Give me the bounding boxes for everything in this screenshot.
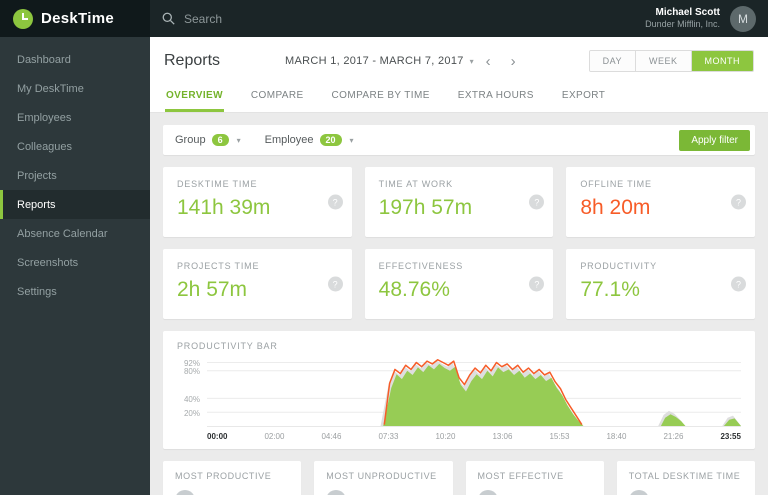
- card-total-desktime-time: TOTAL DESKTIME TIME M Meredith Palmer: [617, 461, 755, 495]
- user-menu[interactable]: Michael Scott Dunder Mifflin, Inc. M: [645, 6, 756, 32]
- period-day-button[interactable]: DAY: [590, 51, 636, 71]
- chevron-down-icon[interactable]: ▾: [470, 57, 474, 66]
- stat-value: 48.76%: [379, 278, 540, 301]
- app-window: DeskTime Dashboard My DeskTime Employees…: [0, 0, 768, 495]
- help-icon[interactable]: ?: [328, 277, 343, 292]
- date-navigation: MARCH 1, 2017 - MARCH 7, 2017 ▾ ‹ ›: [220, 54, 589, 69]
- next-period-button[interactable]: ›: [503, 54, 524, 69]
- stat-card-time-at-work: TIME AT WORK 197h 57m ?: [365, 167, 554, 237]
- tab-extra-hours[interactable]: EXTRA HOURS: [457, 79, 535, 112]
- search-icon: [162, 12, 175, 25]
- sidebar-item-settings[interactable]: Settings: [0, 277, 150, 306]
- sidebar-item-employees[interactable]: Employees: [0, 103, 150, 132]
- search-box: [162, 12, 344, 26]
- sidebar-item-colleagues[interactable]: Colleagues: [0, 132, 150, 161]
- period-month-button[interactable]: MONTH: [692, 51, 754, 71]
- chart-y-axis: 92% 80% 40% 20%: [177, 357, 207, 427]
- filter-bar: Group 6 ▾ Employee 20 ▾ Apply filter: [163, 125, 755, 155]
- card-most-effective: MOST EFFECTIVE D Darryl Philbin: [466, 461, 604, 495]
- stat-value: 8h 20m: [580, 196, 741, 219]
- help-icon[interactable]: ?: [731, 195, 746, 210]
- header-row: Reports MARCH 1, 2017 - MARCH 7, 2017 ▾ …: [150, 37, 768, 79]
- chart-plot: [207, 357, 741, 427]
- tab-compare-by-time[interactable]: COMPARE BY TIME: [331, 79, 431, 112]
- stat-card-desktime-time: DESKTIME TIME 141h 39m ?: [163, 167, 352, 237]
- y-tick: 40%: [184, 395, 200, 404]
- app-name: DeskTime: [41, 10, 114, 27]
- user-meta: Michael Scott Dunder Mifflin, Inc.: [645, 6, 720, 31]
- stat-card-productivity: PRODUCTIVITY 77.1% ?: [566, 249, 755, 319]
- avatar: M: [326, 490, 346, 495]
- chevron-down-icon: ▾: [237, 136, 241, 145]
- help-icon[interactable]: ?: [529, 277, 544, 292]
- sidebar-item-my-desktime[interactable]: My DeskTime: [0, 74, 150, 103]
- help-icon[interactable]: ?: [529, 195, 544, 210]
- group-filter-dropdown[interactable]: Group 6 ▾: [175, 134, 241, 146]
- stats-row-1: DESKTIME TIME 141h 39m ? TIME AT WORK 19…: [163, 167, 755, 237]
- stat-value: 197h 57m: [379, 196, 540, 219]
- avatar: D: [478, 490, 498, 495]
- avatar: M: [629, 490, 649, 495]
- period-week-button[interactable]: WEEK: [636, 51, 692, 71]
- user-company: Dunder Mifflin, Inc.: [645, 19, 720, 31]
- app-logo[interactable]: DeskTime: [0, 0, 150, 37]
- topbar: Michael Scott Dunder Mifflin, Inc. M: [150, 0, 768, 37]
- chart-x-axis: 00:00 02:00 04:46 07:33 10:20 13:06 15:5…: [207, 432, 741, 441]
- stat-card-projects-time: PROJECTS TIME 2h 57m ?: [163, 249, 352, 319]
- prev-period-button[interactable]: ‹: [478, 54, 499, 69]
- y-tick: 20%: [184, 409, 200, 418]
- search-input[interactable]: [184, 12, 344, 26]
- stat-card-effectiveness: EFFECTIVENESS 48.76% ?: [365, 249, 554, 319]
- page-title: Reports: [164, 52, 220, 70]
- stat-value: 2h 57m: [177, 278, 338, 301]
- sidebar-menu: Dashboard My DeskTime Employees Colleagu…: [0, 37, 150, 306]
- chart-area: 92% 80% 40% 20%: [177, 357, 741, 427]
- desktime-clock-icon: [13, 9, 33, 29]
- page-header: Reports MARCH 1, 2017 - MARCH 7, 2017 ▾ …: [150, 37, 768, 113]
- tab-overview[interactable]: OVERVIEW: [165, 79, 224, 112]
- sidebar-item-screenshots[interactable]: Screenshots: [0, 248, 150, 277]
- leaders-row: MOST PRODUCTIVE D Darryl Philbin MOST UN…: [163, 461, 755, 495]
- stat-value: 77.1%: [580, 278, 741, 301]
- productivity-bar-card: PRODUCTIVITY BAR 92% 80% 40% 20% 00:00 0…: [163, 331, 755, 449]
- stat-value: 141h 39m: [177, 196, 338, 219]
- tab-compare[interactable]: COMPARE: [250, 79, 305, 112]
- user-avatar[interactable]: M: [730, 6, 756, 32]
- y-tick: 80%: [184, 367, 200, 376]
- sidebar-item-dashboard[interactable]: Dashboard: [0, 45, 150, 74]
- sidebar-item-projects[interactable]: Projects: [0, 161, 150, 190]
- help-icon[interactable]: ?: [328, 195, 343, 210]
- stats-row-2: PROJECTS TIME 2h 57m ? EFFECTIVENESS 48.…: [163, 249, 755, 319]
- report-tabs: OVERVIEW COMPARE COMPARE BY TIME EXTRA H…: [150, 79, 768, 113]
- avatar: D: [175, 490, 195, 495]
- date-range-selector[interactable]: MARCH 1, 2017 - MARCH 7, 2017: [285, 55, 464, 67]
- stat-card-offline-time: OFFLINE TIME 8h 20m ?: [566, 167, 755, 237]
- chevron-down-icon: ▾: [350, 136, 354, 145]
- apply-filter-button[interactable]: Apply filter: [679, 130, 750, 151]
- main-area: Michael Scott Dunder Mifflin, Inc. M Rep…: [150, 0, 768, 495]
- user-name: Michael Scott: [645, 6, 720, 19]
- report-body: Group 6 ▾ Employee 20 ▾ Apply filter DES…: [150, 113, 768, 495]
- tab-export[interactable]: EXPORT: [561, 79, 606, 112]
- employee-count-badge: 20: [320, 134, 342, 146]
- card-most-productive: MOST PRODUCTIVE D Darryl Philbin: [163, 461, 301, 495]
- group-count-badge: 6: [212, 134, 229, 146]
- productivity-chart: [207, 357, 741, 426]
- help-icon[interactable]: ?: [731, 277, 746, 292]
- employee-filter-label: Employee: [265, 134, 314, 146]
- employee-filter-dropdown[interactable]: Employee 20 ▾: [265, 134, 354, 146]
- sidebar: DeskTime Dashboard My DeskTime Employees…: [0, 0, 150, 495]
- period-toggle-group: DAY WEEK MONTH: [589, 50, 754, 72]
- chart-title: PRODUCTIVITY BAR: [177, 341, 741, 351]
- sidebar-item-reports[interactable]: Reports: [0, 190, 150, 219]
- group-filter-label: Group: [175, 134, 206, 146]
- card-most-unproductive: MOST UNPRODUCTIVE M Meredith Palmer: [314, 461, 452, 495]
- sidebar-item-absence-calendar[interactable]: Absence Calendar: [0, 219, 150, 248]
